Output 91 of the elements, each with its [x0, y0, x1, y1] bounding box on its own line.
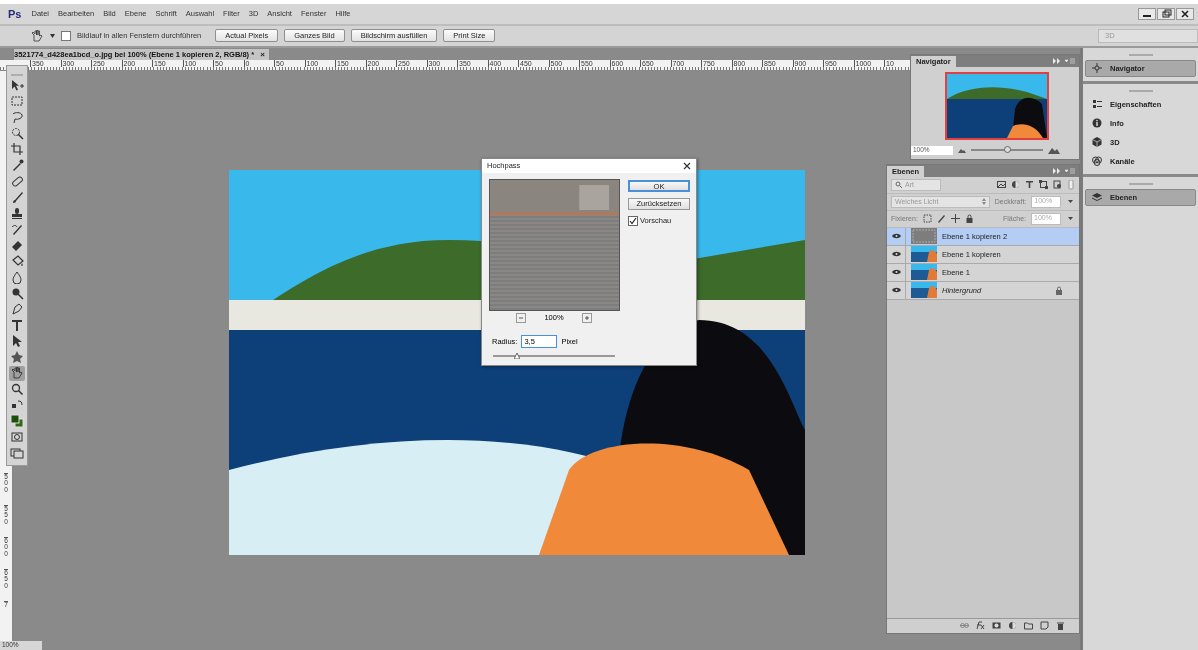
crop-icon [10, 142, 24, 157]
stamp-icon [10, 206, 24, 221]
close-icon[interactable] [1176, 7, 1194, 20]
brush-icon [10, 190, 24, 205]
tab-close-button[interactable]: × [260, 49, 265, 59]
search-icon [895, 181, 902, 189]
quick-select-icon [10, 126, 24, 141]
slider-thumb[interactable] [514, 352, 521, 359]
marquee-icon [10, 94, 24, 109]
tool-button[interactable] [9, 205, 25, 221]
tool-button[interactable] [9, 317, 25, 333]
tool-button[interactable] [9, 301, 25, 317]
image-filter-icon[interactable] [997, 180, 1006, 190]
adjustment-icon[interactable] [1008, 621, 1017, 631]
shape-icon [10, 350, 24, 365]
preview-image[interactable] [489, 178, 620, 311]
zoom-in-icon[interactable] [581, 312, 592, 323]
caret-icon[interactable] [50, 33, 55, 38]
eye-icon[interactable] [891, 269, 901, 276]
folder-icon[interactable] [1024, 621, 1033, 631]
arrow-icon [10, 334, 24, 349]
properties-icon [1092, 99, 1102, 110]
tool-button[interactable] [9, 429, 25, 445]
shape-filter-icon[interactable] [1039, 180, 1048, 190]
checkbox[interactable] [61, 30, 71, 41]
updown-caret-icon [981, 198, 986, 206]
fx-icon[interactable] [976, 621, 985, 631]
type-filter-icon[interactable] [1025, 180, 1034, 190]
tool-button[interactable] [9, 141, 25, 157]
tool-button[interactable] [9, 445, 25, 461]
layer-thumbnail [911, 264, 937, 281]
quick-mask-icon [10, 430, 24, 445]
tool-button[interactable] [9, 349, 25, 365]
lock-icon[interactable] [964, 214, 974, 224]
tool-button[interactable] [9, 365, 25, 381]
smart-object-filter-icon[interactable] [1053, 180, 1062, 190]
small-mountain-icon[interactable] [958, 147, 966, 153]
slider-thumb[interactable] [1003, 146, 1011, 154]
move-icon [10, 78, 24, 93]
photo-placeholder[interactable] [945, 71, 1049, 140]
cube-icon [1092, 137, 1102, 148]
channels-icon [1092, 156, 1102, 167]
zoom-slider[interactable] [971, 149, 1043, 152]
collapse-icon[interactable] [1053, 167, 1061, 174]
history-brush-icon [10, 222, 24, 237]
color-swatches-icon [10, 414, 24, 429]
screen-mode-icon [10, 446, 24, 461]
navigator-icon [1092, 63, 1102, 74]
drop-icon [10, 270, 24, 285]
layers-icon [1092, 192, 1102, 203]
close-icon[interactable] [683, 161, 691, 170]
checkbox[interactable] [628, 215, 638, 226]
hand-icon [10, 366, 24, 381]
eye-icon[interactable] [891, 251, 901, 258]
panel-menu-icon[interactable] [1065, 57, 1075, 64]
tool-button[interactable] [9, 381, 25, 397]
tool-button[interactable] [9, 77, 25, 93]
radius-slider[interactable] [493, 354, 615, 357]
eye-icon[interactable] [891, 287, 901, 294]
app-logo: Ps [8, 7, 22, 20]
trash-icon[interactable] [1056, 621, 1065, 631]
bandage-icon [10, 174, 24, 189]
layer-thumbnail [911, 228, 937, 245]
bucket-icon [10, 254, 24, 269]
type-tool-icon [10, 318, 24, 333]
panel-menu-icon[interactable] [1065, 167, 1075, 174]
move-icon[interactable] [950, 214, 960, 224]
mask-icon[interactable] [992, 621, 1001, 631]
brush-icon[interactable] [936, 214, 946, 224]
collapse-icon[interactable] [1053, 57, 1061, 64]
tool-button[interactable] [9, 125, 25, 141]
pen-icon [10, 302, 24, 317]
filter-toggle-icon[interactable] [1067, 179, 1075, 190]
zoom-icon [10, 382, 24, 397]
large-mountain-icon[interactable] [1048, 146, 1060, 154]
tool-button[interactable] [9, 173, 25, 189]
tool-button[interactable] [9, 413, 25, 429]
new-layer-icon[interactable] [1040, 621, 1049, 631]
layer-thumbnail [911, 246, 937, 263]
layer-thumbnail [911, 282, 937, 299]
info-icon [1092, 118, 1102, 129]
eye-icon[interactable] [891, 233, 901, 240]
grip-icon[interactable] [11, 73, 23, 77]
restore-icon[interactable] [1157, 7, 1175, 20]
eraser-icon [10, 238, 24, 253]
tool-button[interactable] [9, 269, 25, 285]
hand-icon[interactable] [30, 28, 44, 43]
dodge-icon [10, 286, 24, 301]
adjustment-filter-icon[interactable] [1011, 180, 1020, 190]
minimize-icon[interactable] [1138, 7, 1156, 20]
lasso-icon [10, 110, 24, 125]
